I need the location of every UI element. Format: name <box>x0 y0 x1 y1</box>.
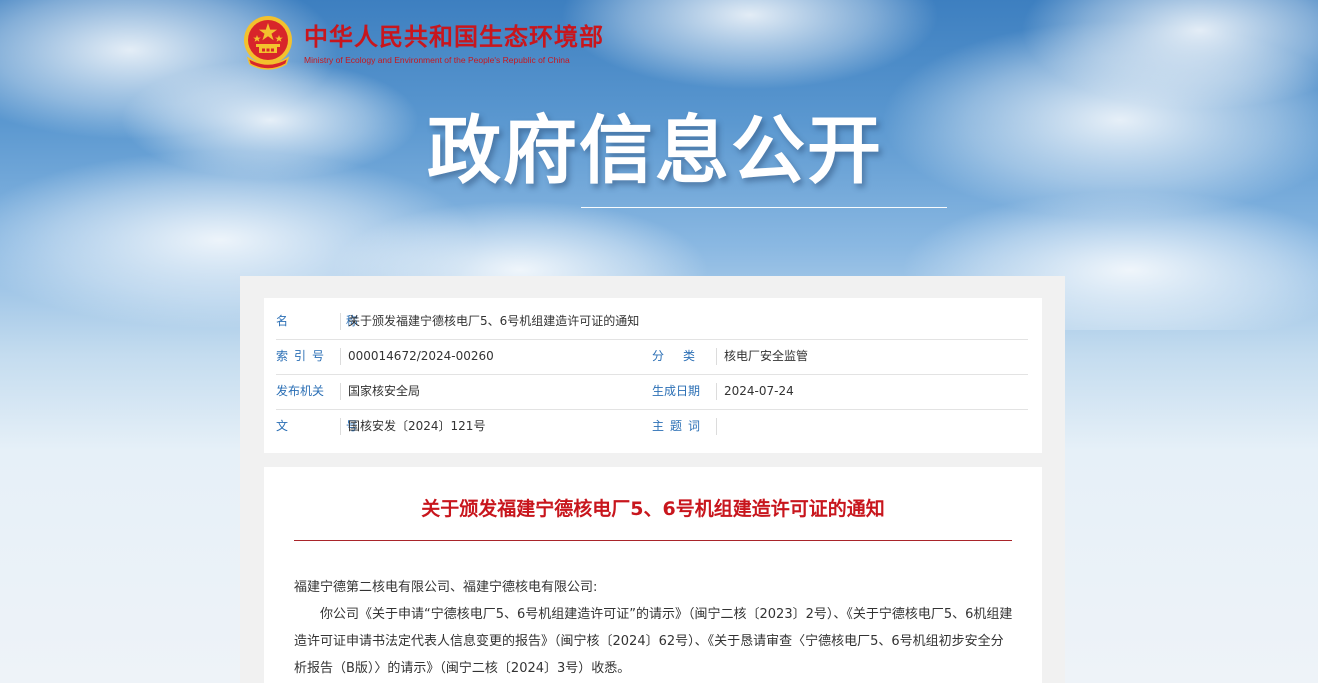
ministry-name-cn: 中华人民共和国生态环境部 <box>304 22 604 51</box>
content-area: 名 称 关于颁发福建宁德核电厂5、6号机组建造许可证的通知 索引号 000014… <box>240 276 1065 683</box>
meta-date-value: 2024-07-24 <box>724 384 794 398</box>
document-metadata-table: 名 称 关于颁发福建宁德核电厂5、6号机组建造许可证的通知 索引号 000014… <box>264 298 1042 453</box>
national-emblem-icon <box>244 16 292 70</box>
meta-subject-label: 主题词 <box>652 418 717 435</box>
meta-row-docno: 文 号 国核安发〔2024〕121号 主题词 <box>276 409 1028 444</box>
document-text: 福建宁德第二核电有限公司、福建宁德核电有限公司: 你公司《关于申请“宁德核电厂5… <box>294 574 1016 682</box>
document-title: 关于颁发福建宁德核电厂5、6号机组建造许可证的通知 <box>421 498 885 520</box>
ministry-logo[interactable]: 中华人民共和国生态环境部 Ministry of Ecology and Env… <box>240 14 604 72</box>
document-paragraph: 你公司《关于申请“宁德核电厂5、6号机组建造许可证”的请示》（闽宁二核〔2023… <box>294 607 1013 676</box>
meta-docno-label: 文 号 <box>276 418 385 435</box>
meta-row-issuer: 发布机关 国家核安全局 生成日期 2024-07-24 <box>276 374 1028 410</box>
meta-category-value: 核电厂安全监管 <box>724 349 809 363</box>
meta-category-label: 分类 <box>652 348 717 365</box>
meta-docno-value: 国核安发〔2024〕121号 <box>348 419 486 433</box>
meta-issuer-value: 国家核安全局 <box>348 384 421 398</box>
meta-date-label: 生成日期 <box>652 383 717 400</box>
meta-row-name: 名 称 关于颁发福建宁德核电厂5、6号机组建造许可证的通知 <box>276 304 1028 340</box>
meta-name-label: 名 称 <box>276 313 385 330</box>
meta-index-label: 索引号 <box>276 348 341 365</box>
meta-index-value: 000014672/2024-00260 <box>348 349 494 363</box>
banner-divider <box>581 207 947 208</box>
document-salutation: 福建宁德第二核电有限公司、福建宁德核电有限公司: <box>294 580 598 595</box>
meta-name-value: 关于颁发福建宁德核电厂5、6号机组建造许可证的通知 <box>348 314 640 328</box>
page-banner-title: 政府信息公开 <box>427 108 883 194</box>
meta-row-index: 索引号 000014672/2024-00260 分类 核电厂安全监管 <box>276 339 1028 375</box>
meta-issuer-label: 发布机关 <box>276 383 341 400</box>
title-divider <box>294 540 1012 541</box>
ministry-name-en: Ministry of Ecology and Environment of t… <box>304 54 570 65</box>
document-body-panel: 关于颁发福建宁德核电厂5、6号机组建造许可证的通知 福建宁德第二核电有限公司、福… <box>264 467 1042 683</box>
